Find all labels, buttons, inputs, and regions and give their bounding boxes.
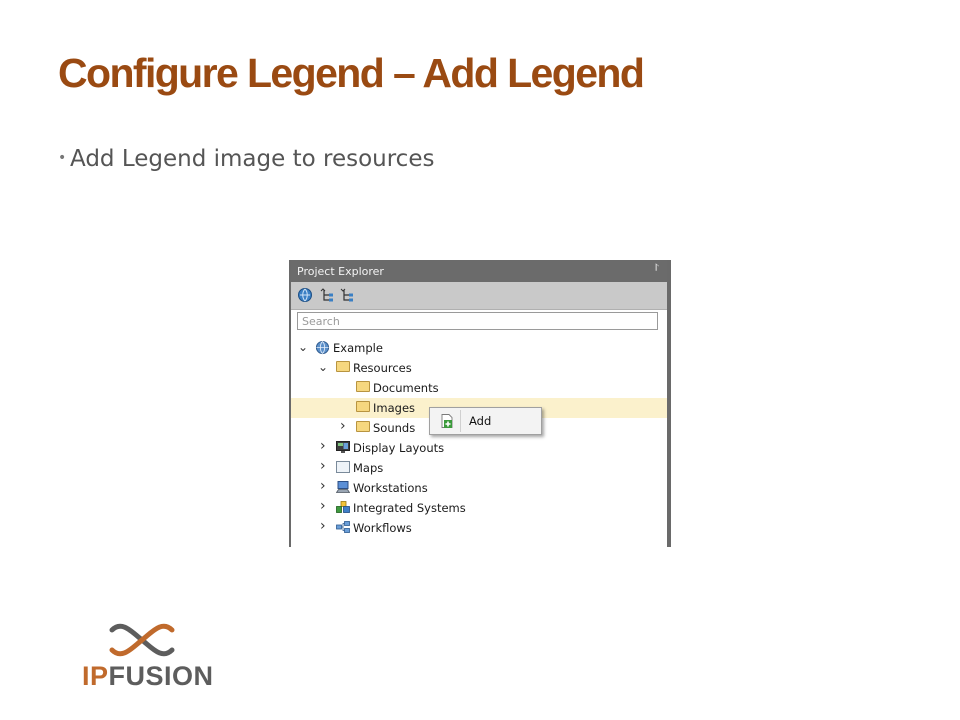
globe-refresh-icon[interactable]	[297, 287, 313, 303]
panel-toolbar	[291, 282, 667, 310]
chevron-right-icon[interactable]: ›	[340, 418, 346, 434]
context-menu: Add	[429, 407, 542, 435]
folder-icon	[356, 421, 370, 432]
menu-separator	[460, 410, 461, 432]
caret-down-icon[interactable]: ⌄	[298, 340, 308, 354]
folder-icon	[356, 381, 370, 392]
add-document-icon	[441, 414, 453, 428]
folder-icon	[356, 401, 370, 412]
workflow-icon	[336, 521, 350, 533]
tree-node-label: Resources	[353, 361, 412, 375]
tree-node-label: Example	[333, 341, 383, 355]
tree-node-label: Workflows	[353, 521, 412, 535]
chevron-right-icon[interactable]: ›	[320, 458, 326, 474]
search-input[interactable]: Search	[297, 312, 658, 330]
display-layout-icon	[336, 441, 350, 453]
bullet-text: Add Legend image to resources	[70, 146, 435, 172]
tree-node-label: Sounds	[373, 421, 416, 435]
workstation-icon	[336, 481, 350, 493]
folder-icon	[336, 361, 350, 372]
chevron-right-icon[interactable]: ›	[320, 478, 326, 494]
integrated-systems-icon	[336, 501, 350, 513]
tree-node-label: Display Layouts	[353, 441, 445, 455]
project-explorer-panel: Project Explorer ⨡ Search ⌄ Example ⌄ Re…	[289, 260, 671, 547]
chevron-right-icon[interactable]: ›	[320, 498, 326, 514]
bullet-dot-icon: •	[58, 150, 67, 166]
panel-title: Project Explorer	[297, 265, 384, 278]
panel-header: Project Explorer ⨡	[291, 260, 667, 282]
globe-icon	[315, 340, 330, 355]
collapse-tree-icon[interactable]	[319, 287, 335, 303]
tree-node-label: Workstations	[353, 481, 428, 495]
add-menu-label: Add	[469, 414, 492, 428]
logo-ip-text: IP	[82, 661, 109, 691]
tree-node-label: Images	[373, 401, 416, 415]
expand-tree-icon[interactable]	[339, 287, 355, 303]
ipfusion-logo-icon	[109, 623, 175, 657]
tree-node-label: Documents	[373, 381, 439, 395]
tree-node-label: Integrated Systems	[353, 501, 466, 515]
pin-icon[interactable]: ⨡	[655, 263, 659, 274]
slide-title: Configure Legend – Add Legend	[58, 50, 645, 96]
map-icon	[336, 461, 350, 473]
caret-down-icon[interactable]: ⌄	[318, 360, 328, 374]
chevron-right-icon[interactable]: ›	[320, 438, 326, 454]
context-menu-add[interactable]: Add	[432, 410, 539, 432]
ipfusion-logo-text: IPFUSION	[82, 661, 214, 692]
logo-fusion-text: FUSION	[108, 661, 214, 691]
bullet-item: • Add Legend image to resources	[58, 146, 434, 172]
chevron-right-icon[interactable]: ›	[320, 518, 326, 534]
tree-node-label: Maps	[353, 461, 384, 475]
